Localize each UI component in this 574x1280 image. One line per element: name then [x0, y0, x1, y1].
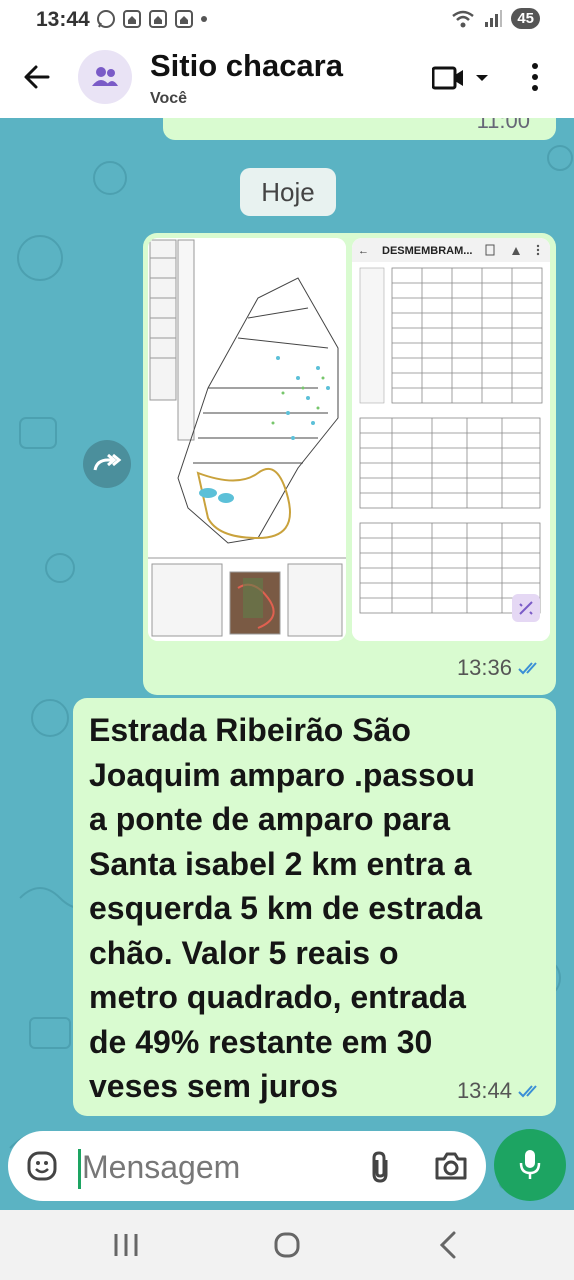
chat-area[interactable]: 11:00 Hoje ← DESMEMBRAM... 13:36 Estrada…: [0, 118, 574, 1210]
chat-header: Sitio chacara Você: [0, 38, 574, 118]
message-time: 13:36: [456, 655, 512, 680]
forward-icon: [93, 453, 122, 471]
whatsapp-icon: [97, 10, 115, 28]
image-thumbnail-document[interactable]: ← DESMEMBRAM...: [352, 238, 550, 641]
video-call-icon[interactable]: [432, 64, 492, 92]
recents-icon[interactable]: [112, 1232, 140, 1258]
signal-icon: [485, 9, 503, 27]
message-time: 13:44: [456, 1078, 512, 1103]
message-time: 11:00: [476, 118, 530, 133]
home-icon: [149, 10, 167, 28]
emoji-icon[interactable]: [26, 1150, 58, 1182]
status-time: 13:44: [36, 8, 90, 31]
attach-icon[interactable]: [366, 1150, 394, 1184]
dot-icon: [201, 16, 207, 22]
battery-indicator: 45: [511, 8, 540, 29]
chat-subtitle: Você: [150, 90, 188, 107]
double-check-icon: [518, 662, 537, 675]
forward-button[interactable]: [83, 440, 131, 488]
date-divider: Hoje: [240, 168, 336, 216]
double-check-icon: [518, 1085, 537, 1098]
image-thumbnail-map[interactable]: [148, 238, 346, 641]
text-cursor: [78, 1149, 81, 1189]
document-viewer-title: DESMEMBRAM...: [382, 245, 472, 257]
image-message-bubble[interactable]: ← DESMEMBRAM... 13:36: [143, 233, 556, 695]
document-image: ← DESMEMBRAM...: [352, 238, 550, 641]
group-avatar[interactable]: [78, 50, 132, 104]
camera-icon[interactable]: [434, 1151, 468, 1181]
mic-icon: [519, 1150, 541, 1179]
message-input[interactable]: Mensagem: [82, 1149, 240, 1186]
back-nav-icon[interactable]: [438, 1230, 458, 1260]
text-message-bubble[interactable]: Estrada Ribeirão São Joaquim amparo .pas…: [73, 698, 556, 1116]
home-icon: [175, 10, 193, 28]
status-bar: 13:44 45: [0, 0, 574, 38]
back-arrow-icon[interactable]: [22, 62, 52, 92]
home-icon: [123, 10, 141, 28]
previous-message-bubble[interactable]: 11:00: [163, 118, 556, 140]
message-text: Estrada Ribeirão São Joaquim amparo .pas…: [89, 712, 483, 1104]
message-composer: Mensagem: [8, 1131, 486, 1201]
more-options-icon[interactable]: [530, 62, 540, 92]
home-nav-icon[interactable]: [273, 1231, 301, 1259]
svg-text:←: ←: [358, 245, 369, 257]
group-icon: [92, 67, 118, 86]
survey-map-image: [148, 238, 346, 641]
mic-button[interactable]: [494, 1129, 566, 1201]
chat-title[interactable]: Sitio chacara: [150, 48, 343, 84]
wifi-icon: [452, 10, 475, 27]
system-nav-bar: [0, 1210, 574, 1280]
